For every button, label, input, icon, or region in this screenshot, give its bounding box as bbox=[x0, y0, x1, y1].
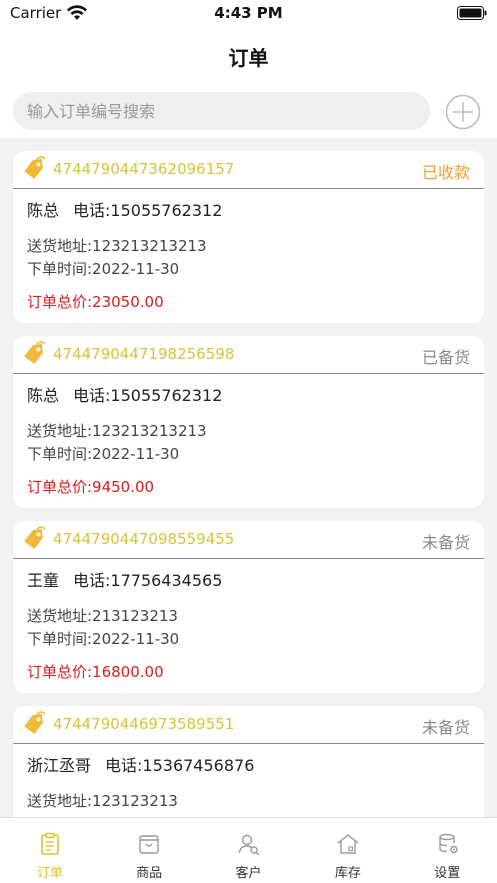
contact-line: 浙江丞哥 电话:15367456876 bbox=[27, 754, 470, 778]
search-input[interactable] bbox=[13, 92, 430, 130]
tab-label: 客户 bbox=[235, 866, 262, 881]
goods-icon bbox=[139, 835, 160, 854]
contact-line: 陈总 电话:15055762312 bbox=[27, 384, 470, 408]
customer-name: 陈总 bbox=[27, 386, 60, 405]
settings-icon bbox=[438, 833, 458, 854]
order-total: 订单总价:23050.00 bbox=[27, 293, 164, 311]
customer-icon bbox=[238, 834, 260, 856]
order-card-header: 4744790447362096157 已收款 bbox=[13, 151, 484, 189]
order-time: 下单时间:2022-11-30 bbox=[27, 260, 180, 278]
order-number: 4744790447098559455 bbox=[53, 530, 235, 548]
order-number: 4744790447362096157 bbox=[53, 160, 235, 178]
contact-line: 陈总 电话:15055762312 bbox=[27, 199, 470, 223]
customer-name: 陈总 bbox=[27, 201, 60, 220]
price-tag-icon bbox=[24, 526, 46, 550]
customer-phone: 电话:15055762312 bbox=[73, 386, 223, 405]
order-card[interactable]: 4744790447098559455 未备货 王童 电话:17756434565… bbox=[13, 521, 484, 693]
nav-bar: 订单 bbox=[0, 28, 497, 84]
battery-icon bbox=[457, 6, 487, 20]
tab-settings[interactable]: 设置 bbox=[398, 818, 497, 883]
tab-goods[interactable]: 商品 bbox=[99, 818, 198, 883]
tab-label: 设置 bbox=[434, 866, 461, 881]
order-total: 订单总价:16800.00 bbox=[27, 663, 164, 681]
customer-name: 浙江丞哥 bbox=[27, 756, 92, 775]
plus-circle-icon[interactable] bbox=[445, 94, 481, 130]
order-status: 已收款 bbox=[421, 163, 470, 182]
order-card-header: 4744790447098559455 未备货 bbox=[13, 521, 484, 559]
order-card[interactable]: 4744790446973589551 未备货 浙江丞哥 电话:153674568… bbox=[13, 706, 484, 817]
order-card[interactable]: 4744790447198256598 已备货 陈总 电话:15055762312… bbox=[13, 336, 484, 508]
contact-line: 王童 电话:17756434565 bbox=[27, 569, 470, 593]
price-tag-icon bbox=[24, 711, 46, 735]
tab-bar: 订单 商品 客户 库存 设置 bbox=[0, 817, 497, 883]
customer-phone: 电话:15055762312 bbox=[73, 201, 223, 220]
delivery-address: 送货地址:123123213 bbox=[27, 792, 178, 810]
tab-warehouse[interactable]: 库存 bbox=[298, 818, 397, 883]
tab-label: 库存 bbox=[334, 866, 361, 881]
customer-phone: 电话:17756434565 bbox=[73, 571, 223, 590]
order-time: 下单时间:2022-11-30 bbox=[27, 630, 180, 648]
order-status: 已备货 bbox=[421, 348, 470, 367]
tab-label: 订单 bbox=[36, 866, 63, 881]
tab-orders[interactable]: 订单 bbox=[0, 818, 99, 883]
order-number: 4744790446973589551 bbox=[53, 715, 235, 733]
order-list[interactable]: 4744790447362096157 已收款 陈总 电话:15055762312… bbox=[0, 138, 497, 817]
order-status: 未备货 bbox=[421, 533, 470, 552]
order-card-header: 4744790447198256598 已备货 bbox=[13, 336, 484, 374]
customer-phone: 电话:15367456876 bbox=[105, 756, 255, 775]
price-tag-icon bbox=[24, 156, 46, 180]
warehouse-icon bbox=[337, 834, 359, 854]
order-icon bbox=[41, 832, 59, 855]
search-area bbox=[0, 84, 497, 138]
status-time: 4:43 PM bbox=[214, 4, 283, 22]
price-tag-icon bbox=[24, 341, 46, 365]
order-card[interactable]: 4744790447362096157 已收款 陈总 电话:15055762312… bbox=[13, 151, 484, 323]
page-title: 订单 bbox=[228, 46, 269, 70]
tab-label: 商品 bbox=[136, 866, 163, 881]
status-bar: Carrier 4:43 PM bbox=[0, 0, 497, 28]
tab-customers[interactable]: 客户 bbox=[199, 818, 298, 883]
customer-name: 王童 bbox=[27, 571, 60, 590]
delivery-address: 送货地址:123213213213 bbox=[27, 237, 207, 255]
order-number: 4744790447198256598 bbox=[53, 345, 235, 363]
order-status: 未备货 bbox=[421, 718, 470, 737]
order-time: 下单时间:2022-11-30 bbox=[27, 445, 180, 463]
delivery-address: 送货地址:123213213213 bbox=[27, 422, 207, 440]
delivery-address: 送货地址:213123213 bbox=[27, 607, 178, 625]
order-card-header: 4744790446973589551 未备货 bbox=[13, 706, 484, 744]
order-total: 订单总价:9450.00 bbox=[27, 478, 155, 496]
